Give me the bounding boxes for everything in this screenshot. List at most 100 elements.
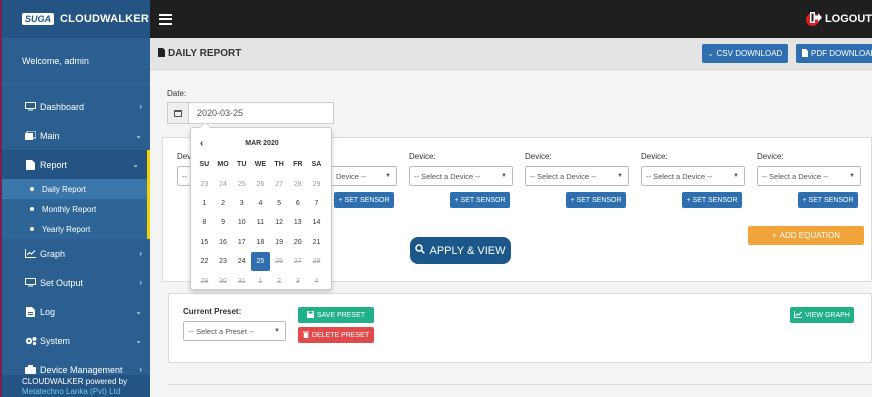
chevron-down-icon: ▼ [733, 173, 739, 179]
calendar-day[interactable]: 30 [214, 271, 233, 290]
calendar-day[interactable]: 1 [251, 271, 270, 290]
date-input[interactable]: 2020-03-25 [189, 102, 334, 124]
calendar-day[interactable]: 22 [195, 252, 214, 271]
save-preset-button[interactable]: SAVE PRESET [298, 307, 374, 323]
calendar-day[interactable]: 23 [214, 252, 233, 271]
set-sensor-button-5[interactable]: + SET SENSOR [682, 192, 742, 208]
sidebar-item-system[interactable]: System ⌄ [2, 326, 150, 355]
calendar-day[interactable]: 3 [288, 271, 307, 290]
view-graph-button[interactable]: VIEW GRAPH [790, 307, 854, 323]
calendar-day[interactable]: 2 [270, 271, 289, 290]
calendar-day[interactable]: 17 [232, 233, 251, 252]
calendar-day[interactable]: 4 [307, 271, 326, 290]
chevron-right-icon: › [139, 365, 142, 374]
footer-link[interactable]: Metatechno Lanka (Pvt) Ltd [22, 387, 150, 397]
brand[interactable]: SUGA CLOUDWALKER [2, 0, 150, 38]
calendar-icon[interactable] [167, 102, 189, 124]
calendar-day-selected[interactable]: 25 [251, 251, 270, 272]
logout-button[interactable]: LOGOUT [809, 12, 872, 26]
add-equation-button[interactable]: + ADD EQUATION [748, 226, 864, 245]
calendar-day[interactable]: 14 [307, 213, 326, 232]
csv-download-button[interactable]: ⌄ CSV DOWNLOAD [702, 44, 788, 63]
calendar-day[interactable]: 20 [288, 233, 307, 252]
sidebar-item-report[interactable]: Report ⌄ [2, 150, 150, 179]
device-column-6: Device: -- Select a Device -- ▼ [757, 152, 861, 186]
calendar-day[interactable]: 21 [307, 233, 326, 252]
sidebar-subitem-yearly-report[interactable]: Yearly Report [2, 219, 150, 239]
calendar-day[interactable]: 7 [307, 194, 326, 213]
apply-view-button[interactable]: APPLY & VIEW [410, 237, 511, 264]
calendar-day[interactable]: 28 [307, 252, 326, 271]
calendar-day[interactable]: 27 [270, 174, 289, 193]
day-of-week-label: WE [254, 161, 267, 169]
search-icon [415, 244, 426, 257]
calendar-day[interactable]: 29 [195, 271, 214, 290]
calendar-day[interactable]: 28 [288, 174, 307, 193]
datepicker-month-title[interactable]: MAR 2020 [191, 140, 333, 147]
calendar-day[interactable]: 1 [195, 194, 214, 213]
calendar-day[interactable]: 2 [214, 194, 233, 213]
set-sensor-button-6[interactable]: + SET SENSOR [798, 192, 858, 208]
device-select-6[interactable]: -- Select a Device -- ▼ [757, 166, 861, 186]
chevron-right-icon: › [139, 249, 142, 258]
calendar-day[interactable]: 12 [270, 213, 289, 232]
calendar-day[interactable]: 26 [270, 252, 289, 271]
device-select-5[interactable]: -- Select a Device -- ▼ [641, 166, 745, 186]
calendar-day[interactable]: 3 [232, 194, 251, 213]
set-sensor-button-3[interactable]: + SET SENSOR [450, 192, 510, 208]
device-select-4[interactable]: -- Select a Device -- ▼ [525, 166, 629, 186]
sidebar-subitem-daily-report[interactable]: Daily Report [2, 179, 150, 199]
calendar-day[interactable]: 11 [251, 213, 270, 232]
chevron-down-icon: ⌄ [135, 131, 142, 140]
calendar-day[interactable]: 8 [195, 213, 214, 232]
calendar-day[interactable]: 18 [251, 233, 270, 252]
chevron-left-icon[interactable]: ‹ [200, 138, 203, 149]
document-icon [24, 159, 37, 170]
sidebar-item-set-output[interactable]: Set Output › [2, 268, 150, 297]
hamburger-menu-icon[interactable] [159, 13, 172, 25]
sidebar-item-dashboard[interactable]: Dashboard › [2, 92, 150, 121]
calendar-day[interactable]: 29 [307, 174, 326, 193]
sidebar-item-log[interactable]: Log ⌄ [2, 297, 150, 326]
set-sensor-button-4[interactable]: + SET SENSOR [566, 192, 626, 208]
page-title-text: DAILY REPORT [168, 48, 242, 59]
calendar-day[interactable]: 19 [270, 233, 289, 252]
subitem-label: Yearly Report [42, 224, 91, 234]
calendar-day[interactable]: 6 [288, 194, 307, 213]
set-sensor-button-2[interactable]: + SET SENSOR [334, 192, 394, 208]
calendar-day[interactable]: 13 [288, 213, 307, 232]
preset-label: Current Preset: [183, 307, 242, 316]
calendar-day[interactable]: 24 [214, 174, 233, 193]
sidebar-item-main[interactable]: Main ⌄ [2, 121, 150, 150]
device-select-1[interactable]: -- [177, 166, 191, 186]
sidebar-item-label: Log [40, 306, 56, 317]
calendar-day[interactable]: 27 [288, 252, 307, 271]
calendar-day[interactable]: 9 [214, 213, 233, 232]
plus-icon: + [772, 231, 777, 240]
calendar-day[interactable]: 26 [251, 174, 270, 193]
pdf-download-button[interactable]: PDF DOWNLOAD [796, 44, 872, 63]
calendar-day[interactable]: 23 [195, 174, 214, 193]
calendar-day[interactable]: 10 [232, 213, 251, 232]
file-icon [802, 48, 808, 59]
calendar-day[interactable]: 5 [270, 194, 289, 213]
page-header: DAILY REPORT ⌄ CSV DOWNLOAD PDF DOWNLOAD [150, 38, 872, 70]
calendar-day[interactable]: 31 [232, 271, 251, 290]
date-picker-field[interactable]: 2020-03-25 [167, 102, 334, 124]
chevron-right-icon: › [139, 102, 142, 111]
sidebar-item-graph[interactable]: Graph › [2, 239, 150, 268]
device-label: Device: [409, 152, 436, 161]
device-select-3[interactable]: -- Select a Device -- ▼ [409, 166, 513, 186]
folder-icon [24, 131, 37, 141]
footer-line-1: CLOUDWALKER powered by [22, 377, 128, 386]
calendar-day[interactable]: 4 [251, 194, 270, 213]
calendar-day[interactable]: 24 [232, 252, 251, 271]
calendar-day[interactable]: 16 [214, 233, 233, 252]
calendar-day[interactable]: 15 [195, 233, 214, 252]
sidebar-subitem-monthly-report[interactable]: Monthly Report [2, 199, 150, 219]
monitor-icon [24, 278, 37, 288]
document-icon [158, 47, 165, 60]
preset-select[interactable]: -- Select a Preset -- ▼ [183, 321, 286, 341]
delete-preset-button[interactable]: DELETE PRESET [298, 327, 374, 343]
calendar-day[interactable]: 25 [232, 174, 251, 193]
